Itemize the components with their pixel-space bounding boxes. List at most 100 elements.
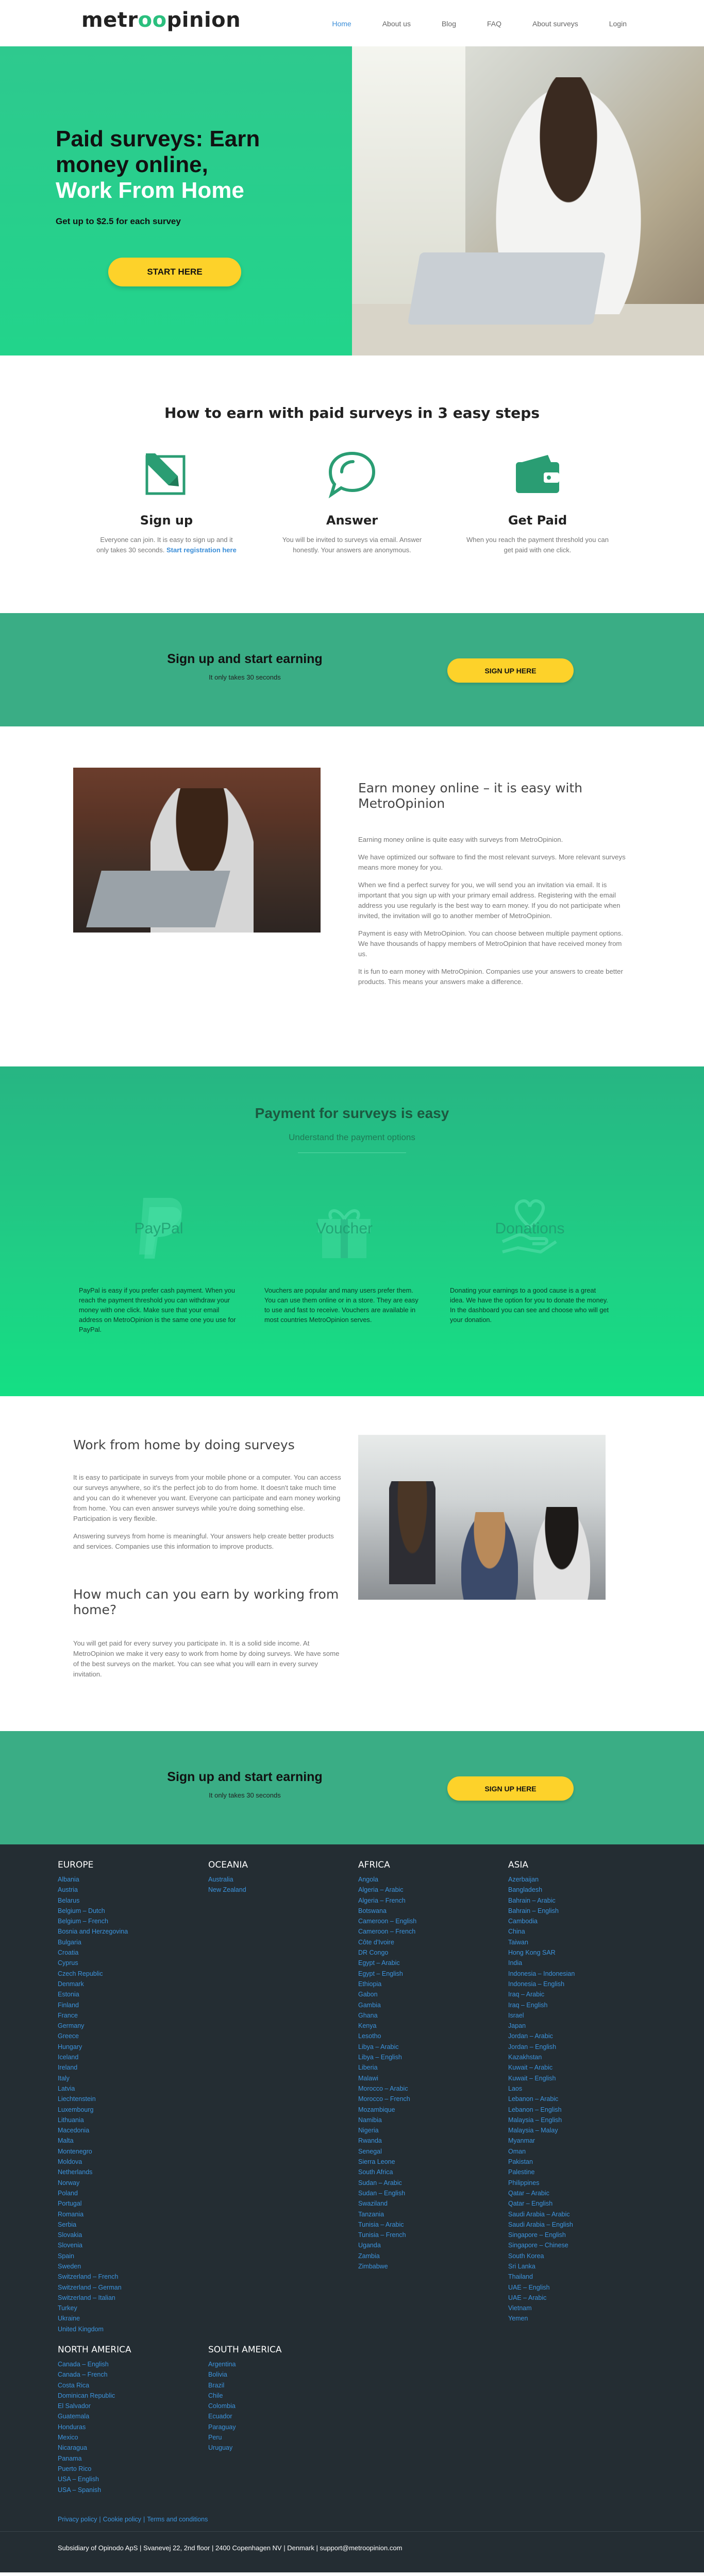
country-link[interactable]: Sweden <box>58 2261 207 2272</box>
country-link[interactable]: Angola <box>358 1874 508 1885</box>
country-link[interactable]: Philippines <box>508 2178 658 2188</box>
country-link[interactable]: Tunisia – Arabic <box>358 2219 508 2230</box>
country-link[interactable]: Rwanda <box>358 2136 508 2146</box>
country-link[interactable]: United Kingdom <box>58 2324 207 2334</box>
country-link[interactable]: Switzerland – German <box>58 2282 207 2293</box>
country-link[interactable]: Hungary <box>58 2042 207 2052</box>
country-link[interactable]: Libya – English <box>358 2052 508 2062</box>
country-link[interactable]: Peru <box>208 2432 358 2443</box>
country-link[interactable]: Iraq – English <box>508 2000 658 2010</box>
country-link[interactable]: Zimbabwe <box>358 2261 508 2272</box>
country-link[interactable]: Estonia <box>58 1989 207 1999</box>
country-link[interactable]: Cambodia <box>508 1916 658 1926</box>
country-link[interactable]: Myanmar <box>508 2136 658 2146</box>
country-link[interactable]: Saudi Arabia – English <box>508 2219 658 2230</box>
country-link[interactable]: Libya – Arabic <box>358 2042 508 2052</box>
country-link[interactable]: Poland <box>58 2188 207 2198</box>
country-link[interactable]: Slovakia <box>58 2230 207 2240</box>
country-link[interactable]: Taiwan <box>508 1937 658 1947</box>
country-link[interactable]: Algeria – Arabic <box>358 1885 508 1895</box>
country-link[interactable]: Singapore – Chinese <box>508 2240 658 2250</box>
country-link[interactable]: Switzerland – French <box>58 2272 207 2282</box>
country-link[interactable]: New Zealand <box>208 1885 358 1895</box>
country-link[interactable]: Sri Lanka <box>508 2261 658 2272</box>
country-link[interactable]: Algeria – French <box>358 1895 508 1906</box>
country-link[interactable]: Nicaragua <box>58 2443 207 2453</box>
start-registration-link[interactable]: Start registration here <box>166 546 237 554</box>
country-link[interactable]: Israel <box>508 2010 658 2021</box>
country-link[interactable]: Finland <box>58 2000 207 2010</box>
country-link[interactable]: Gabon <box>358 1989 508 1999</box>
country-link[interactable]: Yemen <box>508 2313 658 2324</box>
country-link[interactable]: Azerbaijan <box>508 1874 658 1885</box>
country-link[interactable]: Kenya <box>358 2021 508 2031</box>
country-link[interactable]: Switzerland – Italian <box>58 2293 207 2303</box>
country-link[interactable]: Canada – French <box>58 2369 207 2380</box>
country-link[interactable]: Iraq – Arabic <box>508 1989 658 1999</box>
country-link[interactable]: Oman <box>508 2146 658 2157</box>
country-link[interactable]: Tunisia – French <box>358 2230 508 2240</box>
country-link[interactable]: Costa Rica <box>58 2380 207 2391</box>
country-link[interactable]: Japan <box>508 2021 658 2031</box>
country-link[interactable]: Liberia <box>358 2062 508 2073</box>
country-link[interactable]: Colombia <box>208 2401 358 2411</box>
country-link[interactable]: Guatemala <box>58 2411 207 2421</box>
country-link[interactable]: Croatia <box>58 1947 207 1958</box>
country-link[interactable]: Singapore – English <box>508 2230 658 2240</box>
country-link[interactable]: Serbia <box>58 2219 207 2230</box>
country-link[interactable]: El Salvador <box>58 2401 207 2411</box>
country-link[interactable]: Uruguay <box>208 2443 358 2453</box>
country-link[interactable]: Tanzania <box>358 2209 508 2219</box>
country-link[interactable]: Malta <box>58 2136 207 2146</box>
country-link[interactable]: Cameroon – English <box>358 1916 508 1926</box>
country-link[interactable]: USA – Spanish <box>58 2485 207 2495</box>
country-link[interactable]: Sierra Leone <box>358 2157 508 2167</box>
country-link[interactable]: Swaziland <box>358 2198 508 2209</box>
country-link[interactable]: Montenegro <box>58 2146 207 2157</box>
country-link[interactable]: Norway <box>58 2178 207 2188</box>
country-link[interactable]: Thailand <box>508 2272 658 2282</box>
country-link[interactable]: South Africa <box>358 2167 508 2177</box>
privacy-policy-link[interactable]: Privacy policy <box>58 2516 97 2523</box>
country-link[interactable]: Turkey <box>58 2303 207 2313</box>
country-link[interactable]: Brazil <box>208 2380 358 2391</box>
country-link[interactable]: Cameroon – French <box>358 1926 508 1937</box>
nav-about-us[interactable]: About us <box>382 20 411 28</box>
country-link[interactable]: Dominican Republic <box>58 2391 207 2401</box>
country-link[interactable]: Austria <box>58 1885 207 1895</box>
country-link[interactable]: Honduras <box>58 2422 207 2432</box>
country-link[interactable]: Nigeria <box>358 2125 508 2136</box>
nav-about-surveys[interactable]: About surveys <box>532 20 578 28</box>
country-link[interactable]: Belarus <box>58 1895 207 1906</box>
country-link[interactable]: Ecuador <box>208 2411 358 2421</box>
country-link[interactable]: Italy <box>58 2073 207 2083</box>
country-link[interactable]: Namibia <box>358 2115 508 2125</box>
country-link[interactable]: USA – English <box>58 2474 207 2484</box>
country-link[interactable]: Ghana <box>358 2010 508 2021</box>
country-link[interactable]: Liechtenstein <box>58 2094 207 2104</box>
country-link[interactable]: Mozambique <box>358 2105 508 2115</box>
country-link[interactable]: Bulgaria <box>58 1937 207 1947</box>
country-link[interactable]: Vietnam <box>508 2303 658 2313</box>
country-link[interactable]: Netherlands <box>58 2167 207 2177</box>
country-link[interactable]: Belgium – French <box>58 1916 207 1926</box>
country-link[interactable]: Hong Kong SAR <box>508 1947 658 1958</box>
country-link[interactable]: Qatar – English <box>508 2198 658 2209</box>
country-link[interactable]: Romania <box>58 2209 207 2219</box>
country-link[interactable]: Botswana <box>358 1906 508 1916</box>
country-link[interactable]: Kuwait – Arabic <box>508 2062 658 2073</box>
country-link[interactable]: Kuwait – English <box>508 2073 658 2083</box>
country-link[interactable]: Germany <box>58 2021 207 2031</box>
country-link[interactable]: Côte d'Ivoire <box>358 1937 508 1947</box>
country-link[interactable]: Malawi <box>358 2073 508 2083</box>
country-link[interactable]: Albania <box>58 1874 207 1885</box>
country-link[interactable]: Palestine <box>508 2167 658 2177</box>
country-link[interactable]: Luxembourg <box>58 2105 207 2115</box>
nav-faq[interactable]: FAQ <box>487 20 501 28</box>
country-link[interactable]: Senegal <box>358 2146 508 2157</box>
country-link[interactable]: Pakistan <box>508 2157 658 2167</box>
country-link[interactable]: Chile <box>208 2391 358 2401</box>
terms-link[interactable]: Terms and conditions <box>147 2516 208 2523</box>
country-link[interactable]: Jordan – Arabic <box>508 2031 658 2041</box>
country-link[interactable]: Ethiopia <box>358 1979 508 1989</box>
